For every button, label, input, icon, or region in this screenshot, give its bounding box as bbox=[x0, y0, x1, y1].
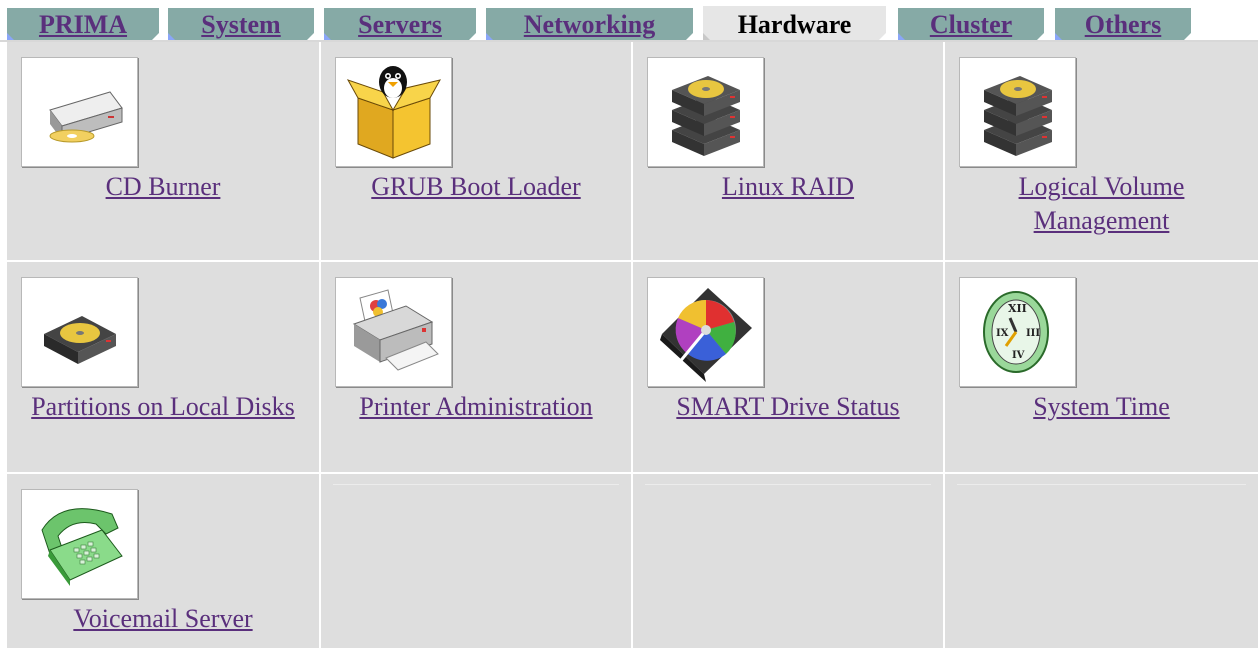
telephone-icon[interactable] bbox=[21, 489, 138, 599]
svg-text:IX: IX bbox=[996, 328, 1009, 339]
module-partitions[interactable]: Partitions on Local Disks bbox=[7, 262, 321, 474]
module-link[interactable]: Printer Administration bbox=[321, 390, 631, 424]
module-link[interactable]: Voicemail Server bbox=[7, 602, 319, 636]
module-linux-raid[interactable]: Linux RAID bbox=[633, 42, 945, 262]
svg-text:XII: XII bbox=[1008, 302, 1027, 315]
module-printer[interactable]: Printer Administration bbox=[321, 262, 633, 474]
tab-hardware[interactable]: Hardware bbox=[703, 6, 886, 42]
tab-others[interactable]: Others bbox=[1055, 8, 1191, 42]
raid-disks-icon[interactable] bbox=[647, 57, 764, 167]
module-voicemail[interactable]: Voicemail Server bbox=[7, 474, 321, 648]
tab-label[interactable]: Others bbox=[1085, 10, 1162, 39]
tab-label[interactable]: Networking bbox=[524, 10, 655, 39]
tab-cluster[interactable]: Cluster bbox=[898, 8, 1044, 42]
module-link[interactable]: Logical Volume Management bbox=[945, 170, 1258, 238]
clock-icon[interactable]: XII III IX IV bbox=[959, 277, 1076, 387]
module-smart[interactable]: SMART Drive Status bbox=[633, 262, 945, 474]
module-lvm[interactable]: Logical Volume Management bbox=[945, 42, 1258, 262]
tab-prima[interactable]: PRIMA bbox=[7, 8, 159, 42]
lvm-disks-icon[interactable] bbox=[959, 57, 1076, 167]
printer-icon[interactable] bbox=[335, 277, 452, 387]
svg-text:III: III bbox=[1026, 328, 1040, 339]
category-tabs: PRIMA System Servers Networking Hardware… bbox=[0, 0, 1258, 42]
module-link[interactable]: CD Burner bbox=[7, 170, 319, 204]
module-link[interactable]: Linux RAID bbox=[633, 170, 943, 204]
tab-label[interactable]: Cluster bbox=[930, 10, 1012, 39]
tab-label[interactable]: Servers bbox=[358, 10, 442, 39]
tab-system[interactable]: System bbox=[168, 8, 314, 42]
tab-label[interactable]: PRIMA bbox=[39, 10, 127, 39]
tab-label[interactable]: System bbox=[201, 10, 280, 39]
module-system-time[interactable]: XII III IX IV System Time bbox=[945, 262, 1258, 474]
tab-label: Hardware bbox=[737, 10, 852, 39]
module-link[interactable]: GRUB Boot Loader bbox=[321, 170, 631, 204]
tab-networking[interactable]: Networking bbox=[486, 8, 693, 42]
module-link[interactable]: System Time bbox=[945, 390, 1258, 424]
module-link[interactable]: Partitions on Local Disks bbox=[7, 390, 319, 424]
cd-burner-icon[interactable] bbox=[21, 57, 138, 167]
module-grub[interactable]: GRUB Boot Loader bbox=[321, 42, 633, 262]
empty-cell bbox=[945, 474, 1258, 648]
module-cd-burner[interactable]: CD Burner bbox=[7, 42, 321, 262]
linux-box-icon[interactable] bbox=[335, 57, 452, 167]
empty-cell bbox=[321, 474, 633, 648]
svg-text:IV: IV bbox=[1012, 350, 1025, 361]
tab-servers[interactable]: Servers bbox=[324, 8, 476, 42]
module-link[interactable]: SMART Drive Status bbox=[633, 390, 943, 424]
smart-drive-icon[interactable] bbox=[647, 277, 764, 387]
module-grid: CD Burner GRUB Boot Loader Linux RAID Lo… bbox=[7, 42, 1258, 648]
empty-cell bbox=[633, 474, 945, 648]
hard-disk-icon[interactable] bbox=[21, 277, 138, 387]
